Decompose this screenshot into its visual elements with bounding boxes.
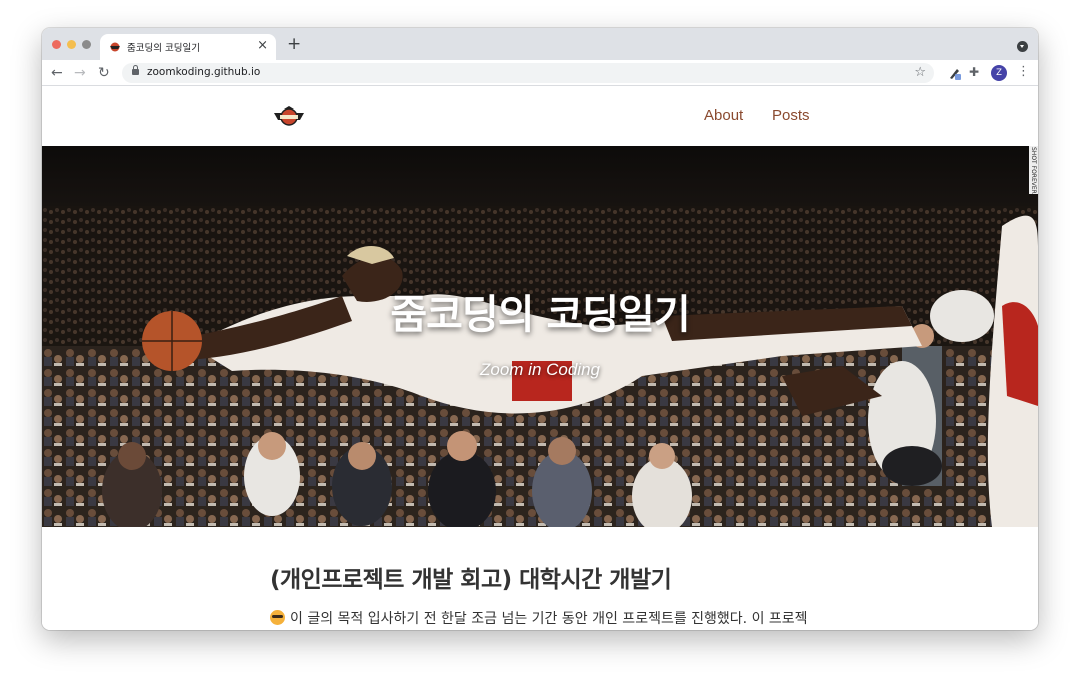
profile-avatar[interactable]: Z	[991, 65, 1007, 81]
star-icon[interactable]: ☆	[914, 64, 926, 82]
browser-tab[interactable]: 줌코딩의 코딩일기 ×	[100, 34, 276, 60]
nav-about-link[interactable]: About	[704, 107, 743, 124]
site-header: About Posts	[42, 87, 1038, 146]
reload-icon[interactable]: ↻	[98, 64, 110, 82]
sunglasses-emoji-icon	[270, 610, 285, 625]
lock-icon[interactable]	[132, 65, 139, 75]
tab-search-button[interactable]	[1017, 41, 1028, 52]
browser-window: 줌코딩의 코딩일기 × + ← → ↻ zoomkoding.github.io…	[42, 28, 1038, 630]
forward-arrow-icon[interactable]: →	[74, 64, 86, 82]
hero-title: 줌코딩의 코딩일기	[390, 292, 690, 338]
hero-subtitle: Zoom in Coding	[479, 360, 600, 379]
pen-extension-icon[interactable]	[948, 66, 962, 80]
new-tab-button[interactable]: +	[287, 34, 301, 54]
photo-credit: SHOT FOREVER	[1029, 146, 1038, 194]
post-title[interactable]: (개인프로젝트 개발 회고) 대학시간 개발기	[270, 560, 672, 594]
site-logo[interactable]	[272, 105, 306, 129]
back-arrow-icon[interactable]: ←	[51, 64, 63, 82]
browser-toolbar: ← → ↻ zoomkoding.github.io ☆ ✚ Z ⋮	[42, 60, 1038, 86]
puzzle-icon[interactable]: ✚	[969, 64, 979, 80]
nav-posts-link[interactable]: Posts	[772, 107, 810, 124]
kebab-menu-icon[interactable]: ⋮	[1017, 64, 1030, 80]
post-excerpt-text: 이 글의 목적 입사하기 전 한달 조금 넘는 기간 동안 개인 프로젝트를 진…	[290, 611, 808, 627]
zoom-window-button[interactable]	[82, 40, 91, 49]
web-page: About Posts 줌코딩의 코딩일기 Zoom in Coding SHO…	[42, 87, 1038, 630]
tab-close-button[interactable]: ×	[257, 38, 268, 54]
close-window-button[interactable]	[52, 40, 61, 49]
address-bar[interactable]: zoomkoding.github.io ☆	[122, 63, 934, 83]
tab-title: 줌코딩의 코딩일기	[127, 43, 200, 54]
tab-strip: 줌코딩의 코딩일기 × +	[42, 28, 1038, 60]
minimize-window-button[interactable]	[67, 40, 76, 49]
favicon-icon	[110, 42, 120, 52]
post-excerpt: 이 글의 목적 입사하기 전 한달 조금 넘는 기간 동안 개인 프로젝트를 진…	[270, 608, 808, 628]
hero-banner: 줌코딩의 코딩일기 Zoom in Coding SHOT FOREVER	[42, 146, 1038, 527]
url-text[interactable]: zoomkoding.github.io	[147, 66, 260, 78]
